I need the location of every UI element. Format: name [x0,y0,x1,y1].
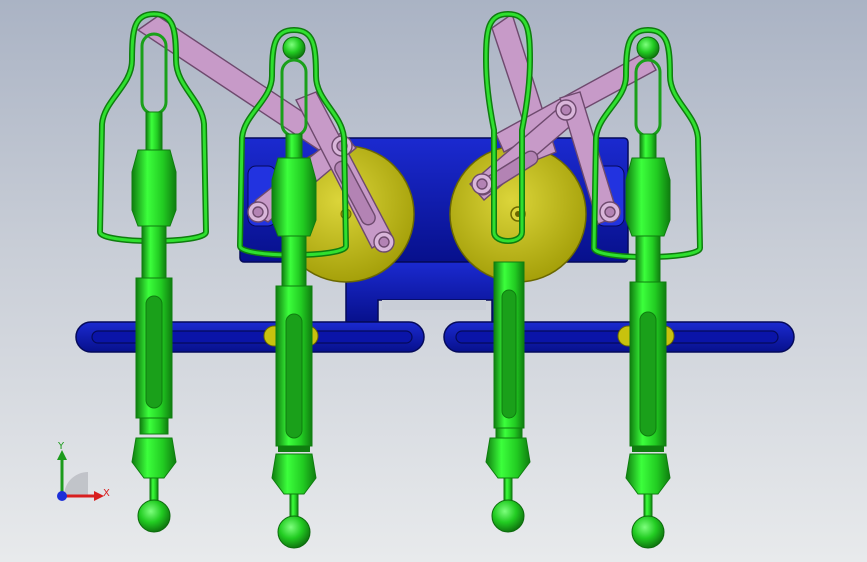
slide-bar-left[interactable] [75,321,425,353]
mechanism-model[interactable] [0,0,867,562]
axis-triad: Y X [48,436,110,508]
axis-y-label: Y [58,441,65,452]
leg-1[interactable] [96,10,210,533]
axis-triad-icon [57,450,104,501]
cad-viewport[interactable]: Y X [0,0,867,562]
axis-x-label: X [103,488,110,499]
leg-4[interactable] [590,26,704,549]
